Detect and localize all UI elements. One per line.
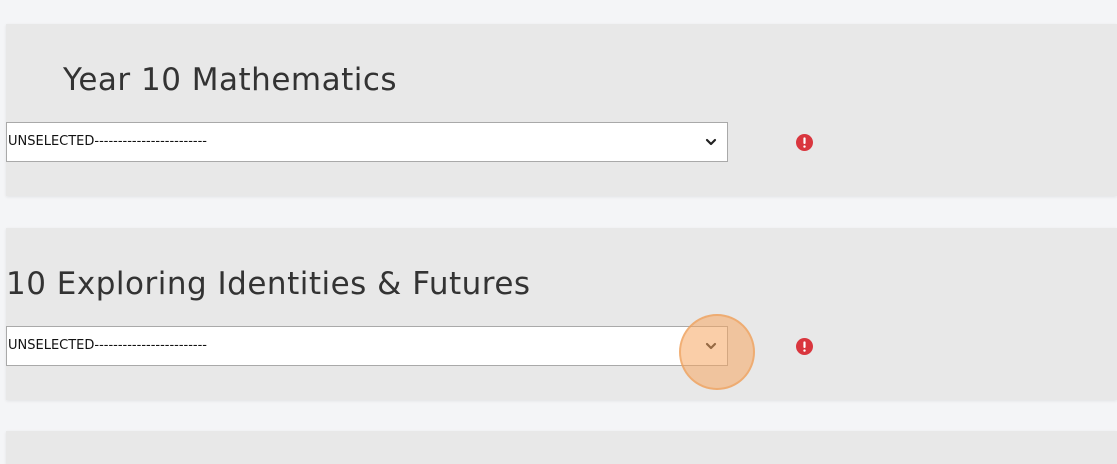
subject-panel-identities-futures: 10 Exploring Identities & Futures UNSELE… — [6, 228, 1117, 400]
subject-selection-page: Year 10 Mathematics UNSELECTED----------… — [0, 0, 1117, 464]
subject-title: 10 Exploring Identities & Futures — [6, 266, 531, 302]
subject-select-dropdown[interactable]: UNSELECTED------------------------ — [6, 122, 728, 162]
subject-title: Year 10 Mathematics — [63, 62, 398, 98]
chevron-down-icon — [705, 138, 717, 146]
select-value: UNSELECTED------------------------ — [8, 134, 207, 149]
chevron-down-icon — [705, 342, 717, 350]
exclamation-alert-icon — [796, 134, 813, 151]
subject-select-dropdown[interactable]: UNSELECTED------------------------ — [6, 326, 728, 366]
subject-panel-next — [6, 431, 1117, 464]
exclamation-alert-icon — [796, 338, 813, 355]
select-value: UNSELECTED------------------------ — [8, 338, 207, 353]
subject-panel-mathematics: Year 10 Mathematics UNSELECTED----------… — [6, 24, 1117, 196]
